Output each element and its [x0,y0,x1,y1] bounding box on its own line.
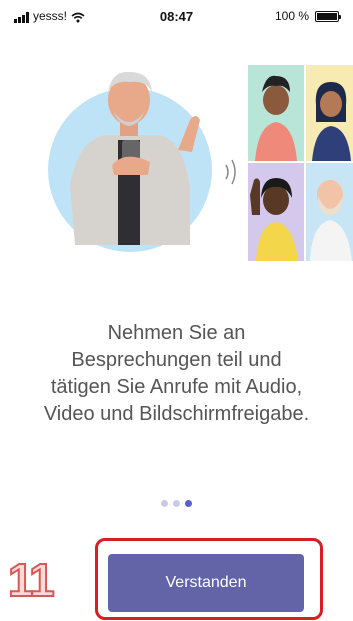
understood-button[interactable]: Verstanden [108,554,304,612]
page-dot-1[interactable] [161,500,168,507]
annotation-step-number: 11 [7,553,56,607]
battery-percent: 100 % [274,9,309,23]
status-bar: yesss! 08:47 100 % [0,0,353,30]
status-right: 100 % [274,9,341,23]
page-dot-2[interactable] [173,500,180,507]
page-indicator[interactable] [0,500,353,507]
onboarding-message: Nehmen Sie an Besprechungen teil und tät… [43,322,310,425]
onboarding-illustration [48,65,353,261]
battery-icon [315,10,341,22]
page-dot-3-active[interactable] [185,500,192,507]
